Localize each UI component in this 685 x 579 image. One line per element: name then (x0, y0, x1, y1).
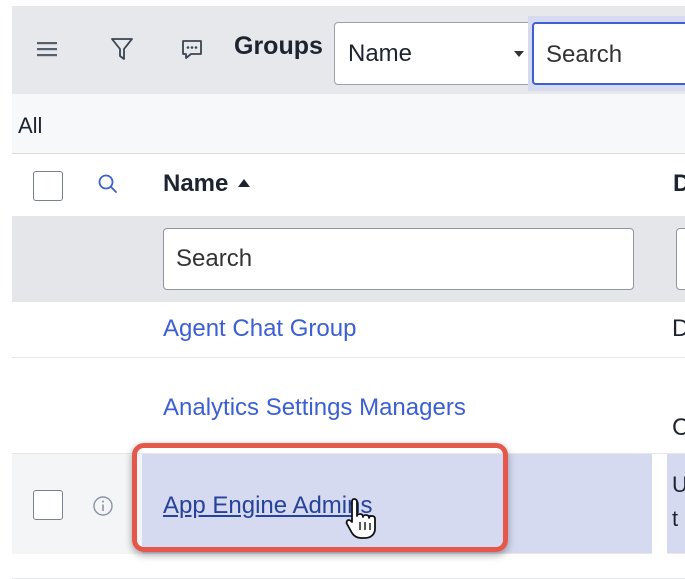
search-placeholder: Search (546, 41, 623, 68)
search-icon[interactable] (96, 172, 120, 196)
search-field-value: Name (348, 40, 413, 67)
group-link[interactable]: Agent Chat Group (163, 315, 356, 343)
table-row: Analytics Settings Managers C (12, 358, 685, 454)
column-filter-row: Search (12, 216, 685, 302)
search-input[interactable]: Search (532, 22, 685, 85)
row-checkbox[interactable] (33, 490, 63, 520)
chat-icon[interactable] (178, 36, 206, 64)
column-search-placeholder: Search (176, 245, 253, 272)
name-column-search-input[interactable]: Search (163, 228, 634, 290)
breadcrumb: All (12, 94, 685, 154)
row-gutter (12, 454, 142, 554)
description-column-search-input[interactable] (676, 228, 685, 290)
menu-icon[interactable] (34, 36, 60, 62)
column-header-name[interactable]: Name (163, 170, 251, 198)
list-title: Groups (234, 32, 323, 60)
breadcrumb-all[interactable]: All (18, 113, 42, 139)
row-description: U (672, 472, 685, 497)
hand-pointer-cursor-icon (343, 496, 379, 542)
column-header-name-label: Name (163, 170, 229, 197)
row-description: C (672, 414, 685, 441)
row-description: D (672, 315, 685, 342)
row-description-line2: t (672, 506, 679, 531)
info-icon[interactable] (92, 495, 114, 517)
table-header: Name D (12, 154, 685, 216)
row-divider (652, 454, 667, 554)
table-row: Agent Chat Group D (12, 302, 685, 358)
group-link[interactable]: Analytics Settings Managers (163, 394, 466, 422)
table-row (12, 554, 685, 579)
list-toolbar: Groups Name Search (12, 6, 685, 94)
search-field-select[interactable]: Name (334, 22, 536, 85)
column-header-description[interactable]: D (673, 170, 685, 198)
chevron-down-icon (514, 51, 524, 57)
filter-icon[interactable] (108, 34, 136, 64)
highlight-annotation (132, 443, 508, 552)
list-view: Groups Name Search All Name D Search Age… (12, 0, 685, 579)
sort-ascending-icon (238, 179, 251, 187)
select-all-checkbox[interactable] (33, 171, 63, 201)
